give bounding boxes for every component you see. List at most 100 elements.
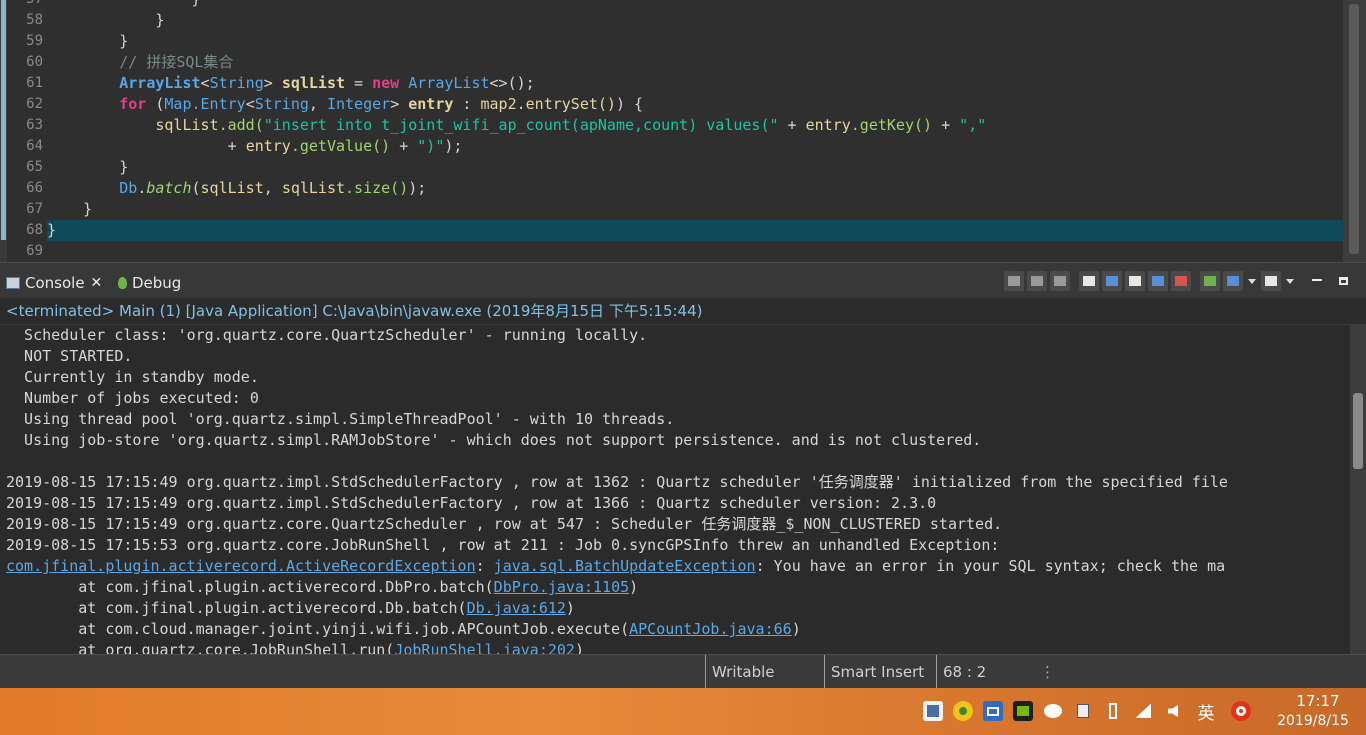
show-out-icon[interactable] (1148, 271, 1168, 291)
code-line[interactable]: } (47, 31, 1343, 52)
tab-debug-label: Debug (132, 274, 182, 292)
chevron-down-icon[interactable] (1248, 278, 1256, 284)
console-line: 2019-08-15 17:15:53 org.quartz.core.JobR… (6, 536, 1000, 554)
show-err-icon[interactable] (1171, 271, 1191, 291)
console-icon (6, 277, 20, 289)
more-icon[interactable]: ⋮ (1040, 655, 1055, 689)
console-output[interactable]: Scheduler class: 'org.quartz.core.Quartz… (0, 324, 1366, 654)
taskbar-clock-date[interactable]: 2019/8/15 (1268, 713, 1358, 729)
taskbar-clock-time[interactable]: 17:17 (1288, 692, 1348, 710)
status-writable: Writable (705, 655, 823, 689)
open-console-icon[interactable] (1223, 271, 1243, 291)
display-console-icon[interactable] (1200, 271, 1220, 291)
console-line: Using job-store 'org.quartz.simpl.RAMJob… (6, 431, 982, 449)
stack-line: at com.cloud.manager.joint.yinji.wifi.jo… (6, 620, 801, 638)
line-number: 62 (26, 96, 43, 112)
console-line: Scheduler class: 'org.quartz.core.Quartz… (6, 326, 648, 344)
line-number: 65 (26, 159, 43, 175)
line-number: 66 (26, 180, 43, 196)
remove-all-icon[interactable] (1050, 271, 1070, 291)
status-cursor-position: 68 : 2 (936, 655, 1036, 689)
current-code-line[interactable]: } (47, 220, 1343, 241)
code-line[interactable]: } (47, 10, 1343, 31)
console-title: <terminated> Main (1) [Java Application]… (0, 298, 1366, 324)
line-number: 59 (26, 33, 43, 49)
line-number: 67 (26, 201, 43, 217)
line-number: 60 (26, 54, 43, 70)
new-console-icon[interactable] (1261, 271, 1281, 291)
tray-nvidia-icon[interactable] (1013, 701, 1033, 721)
code-line[interactable]: + entry.getValue() + ")"); (47, 136, 1343, 157)
tray-sogou-icon[interactable] (1231, 701, 1251, 721)
tray-ime-indicator[interactable]: 英 (1196, 701, 1216, 724)
editor-scrollbar-thumb[interactable] (1349, 4, 1359, 254)
stack-line: at com.jfinal.plugin.activerecord.Db.bat… (6, 599, 575, 617)
code-line[interactable]: Db.batch(sqlList, sqlList.size()); (47, 178, 1343, 199)
change-ruler (0, 0, 7, 262)
line-number: 61 (26, 75, 43, 91)
status-insert-mode: Smart Insert (824, 655, 936, 689)
code-line[interactable]: } (47, 157, 1343, 178)
console-line: 2019-08-15 17:15:49 org.quartz.impl.StdS… (6, 494, 937, 512)
tray-signal-icon[interactable] (1133, 701, 1153, 721)
line-number: 68 (26, 222, 43, 238)
minimize-icon[interactable] (1310, 274, 1324, 288)
console-line: 2019-08-15 17:15:49 org.quartz.impl.StdS… (6, 473, 1228, 491)
exception-line: com.jfinal.plugin.activerecord.ActiveRec… (6, 557, 1226, 575)
code-area[interactable]: } } } // 拼接SQL集合 ArrayList<String> sqlLi… (47, 0, 1343, 262)
console-line: Number of jobs executed: 0 (6, 389, 259, 407)
console-scrollbar-thumb[interactable] (1353, 393, 1363, 469)
console-line: NOT STARTED. (6, 347, 133, 365)
code-line[interactable]: for (Map.Entry<String, Integer> entry : … (47, 94, 1343, 115)
code-line[interactable] (47, 241, 1343, 262)
pin-icon[interactable] (1125, 271, 1145, 291)
code-line[interactable]: sqlList.add("insert into t_joint_wifi_ap… (47, 115, 1343, 136)
code-line[interactable]: // 拼接SQL集合 (47, 52, 1343, 73)
tray-security-icon[interactable] (953, 701, 973, 721)
tray-volume-muted-icon[interactable] (1163, 701, 1183, 721)
console-toolbar (1004, 270, 1296, 292)
tray-wechat-icon[interactable] (1043, 701, 1063, 721)
terminate-icon[interactable] (1004, 271, 1024, 291)
line-number: 57 (7, 0, 43, 10)
close-icon[interactable]: ✕ (91, 275, 103, 291)
tray-app-icon[interactable] (923, 701, 943, 721)
code-line[interactable]: } (47, 199, 1343, 220)
scroll-lock-icon[interactable] (1079, 271, 1099, 291)
console-line: Using thread pool 'org.quartz.simpl.Simp… (6, 410, 675, 428)
remove-launch-icon[interactable] (1027, 271, 1047, 291)
code-line[interactable]: } (47, 0, 1343, 10)
stack-link[interactable]: DbPro.java:1105 (494, 578, 629, 596)
stack-line: at org.quartz.core.JobRunShell.run(JobRu… (6, 640, 584, 654)
tab-console[interactable]: Console ✕ (6, 271, 102, 295)
view-controls (1310, 270, 1351, 292)
stack-link[interactable]: APCountJob.java:66 (629, 620, 792, 638)
line-number: 58 (26, 12, 43, 28)
console-scrollbar[interactable] (1350, 325, 1366, 654)
code-line[interactable]: ArrayList<String> sqlList = new ArrayLis… (47, 73, 1343, 94)
word-wrap-icon[interactable] (1102, 271, 1122, 291)
tab-debug[interactable]: Debug (118, 271, 181, 295)
exception-link[interactable]: com.jfinal.plugin.activerecord.ActiveRec… (6, 557, 476, 575)
editor-scrollbar[interactable] (1343, 0, 1366, 262)
tray-usb-icon[interactable] (1103, 701, 1123, 721)
tray-disk-icon[interactable] (1073, 701, 1093, 721)
line-number: 63 (26, 117, 43, 133)
tray-network-app-icon[interactable] (983, 701, 1003, 721)
exception-link[interactable]: java.sql.BatchUpdateException (494, 557, 756, 575)
stack-link[interactable]: Db.java:612 (467, 599, 566, 617)
line-number: 69 (26, 243, 43, 259)
chevron-down-icon[interactable] (1286, 278, 1294, 284)
stack-line: at com.jfinal.plugin.activerecord.DbPro.… (6, 578, 639, 596)
bug-icon (118, 277, 127, 289)
status-bar: Writable Smart Insert 68 : 2 ⋮ (0, 654, 1366, 689)
windows-taskbar: 英 17:17 2019/8/15 (0, 688, 1366, 735)
stack-link[interactable]: JobRunShell.java:202 (394, 641, 575, 654)
code-comment: // 拼接SQL集合 (119, 53, 234, 71)
console-line: 2019-08-15 17:15:49 org.quartz.core.Quar… (6, 515, 1003, 533)
tab-console-label: Console (25, 274, 85, 292)
code-editor[interactable]: 57 58 59 60 61 62 63 64 65 66 67 68 69 }… (0, 0, 1366, 262)
line-number-gutter: 57 58 59 60 61 62 63 64 65 66 67 68 69 (7, 0, 47, 262)
maximize-icon[interactable] (1337, 274, 1351, 288)
line-number: 64 (26, 138, 43, 154)
